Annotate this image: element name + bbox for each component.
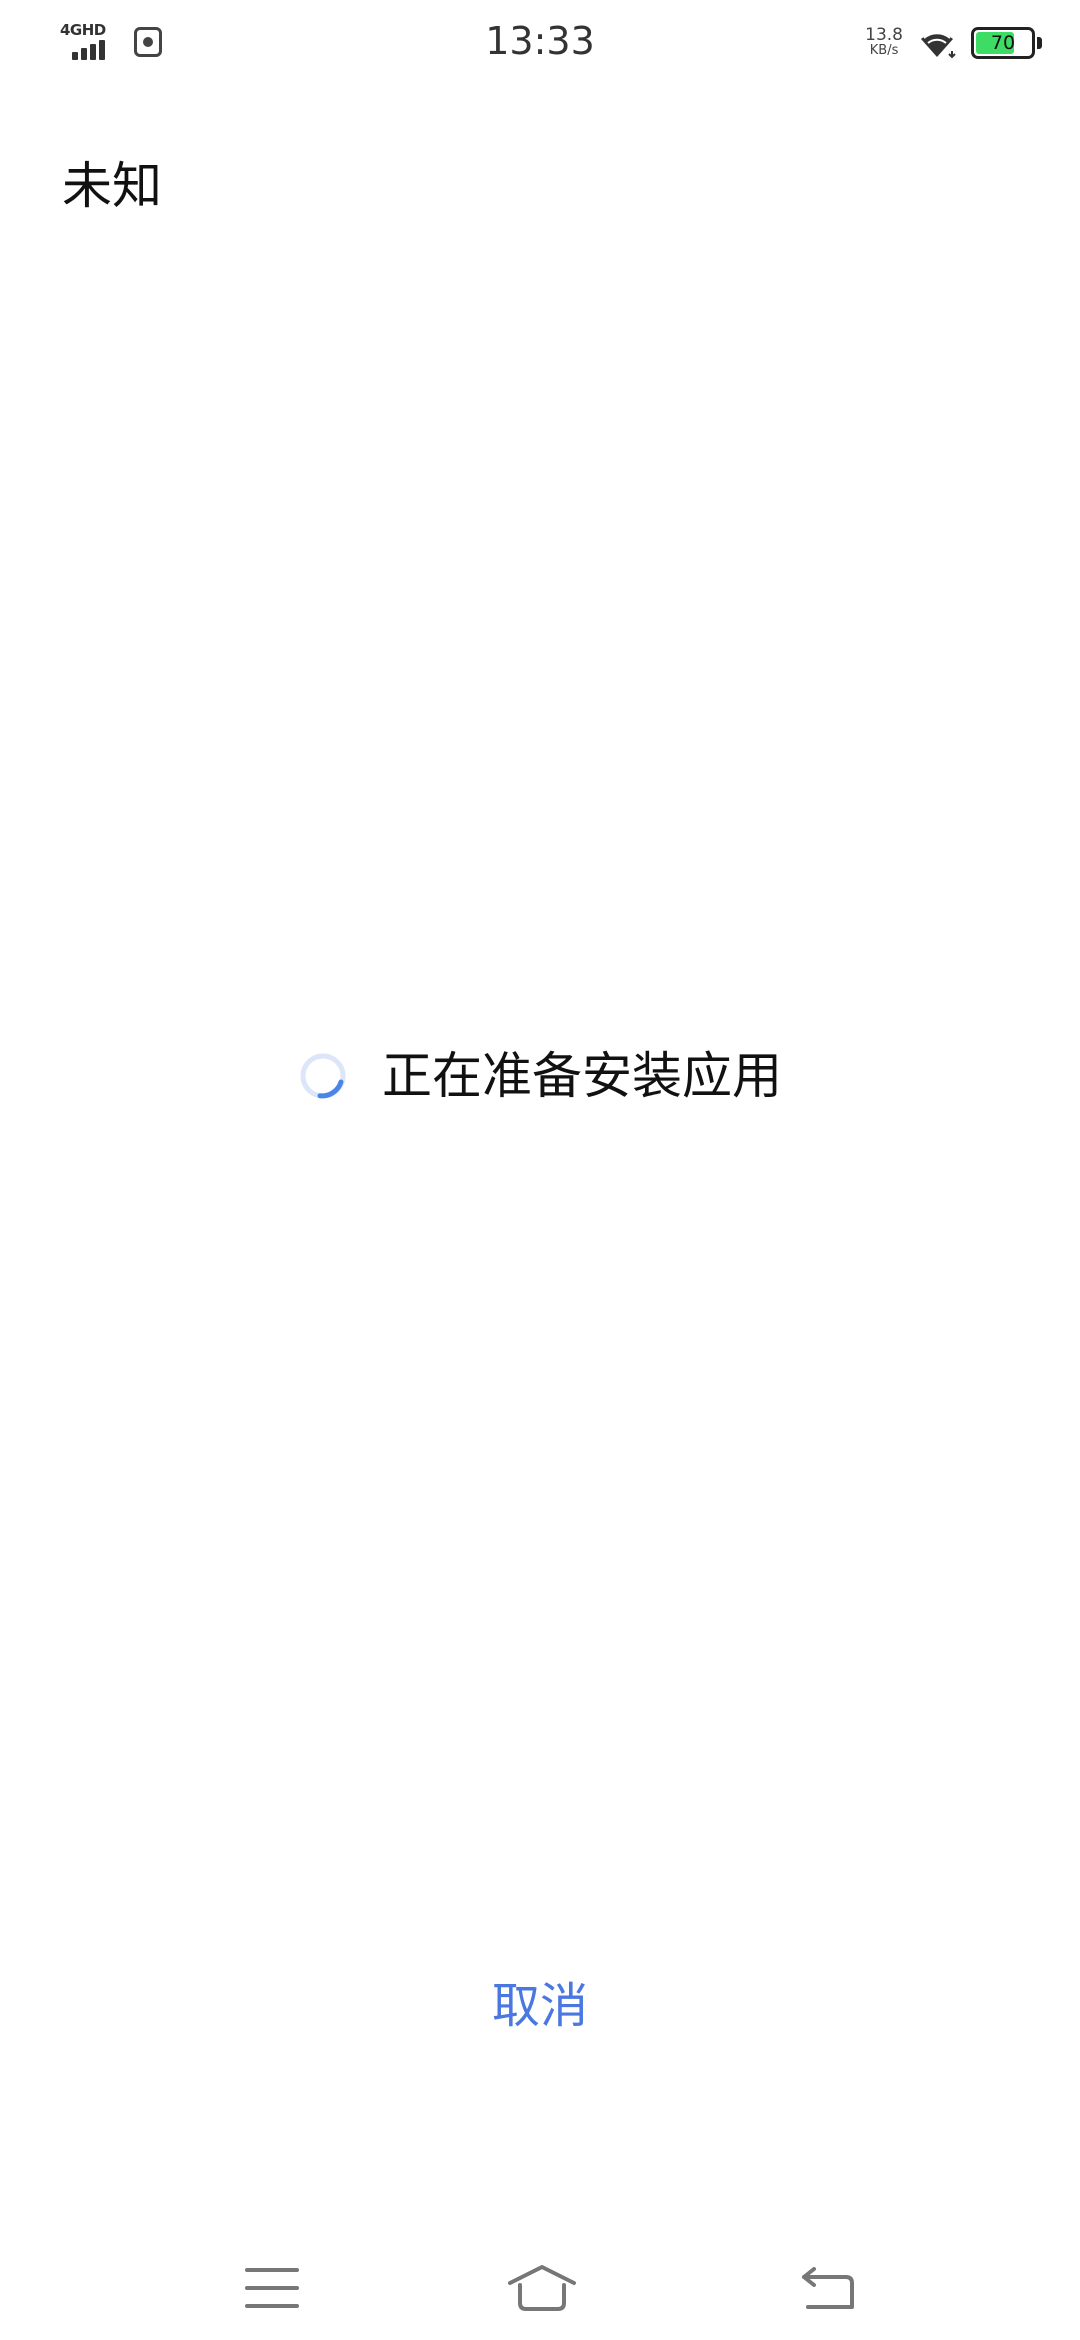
- menu-icon: [245, 2266, 299, 2310]
- network-speed: 13.8 KB/s: [865, 27, 903, 59]
- menu-button[interactable]: [212, 2248, 332, 2328]
- loading-spinner-icon: [298, 1051, 348, 1101]
- install-progress: 正在准备安装应用: [0, 1040, 1080, 1112]
- progress-message: 正在准备安装应用: [382, 1047, 782, 1105]
- battery-icon: 70: [971, 27, 1035, 59]
- status-bar: 4GHD 13:33 13.8 KB/s 70: [0, 0, 1080, 84]
- wifi-icon: [917, 27, 957, 59]
- network-speed-value: 13.8: [865, 25, 903, 45]
- home-icon: [506, 2263, 578, 2313]
- cancel-button[interactable]: 取消: [440, 1966, 640, 2046]
- status-bar-right: 13.8 KB/s 70: [865, 20, 1042, 66]
- back-icon: [800, 2265, 856, 2311]
- home-button[interactable]: [482, 2248, 602, 2328]
- network-speed-unit: KB/s: [869, 43, 899, 58]
- back-button[interactable]: [768, 2248, 888, 2328]
- battery-tip: [1037, 37, 1042, 49]
- navigation-bar: [0, 2240, 1080, 2340]
- install-screen: 4GHD 13:33 13.8 KB/s 70 未知 正在准备安装应用 取消: [0, 0, 1080, 2340]
- app-name-title: 未知: [62, 157, 162, 215]
- battery-level: 70: [990, 32, 1016, 54]
